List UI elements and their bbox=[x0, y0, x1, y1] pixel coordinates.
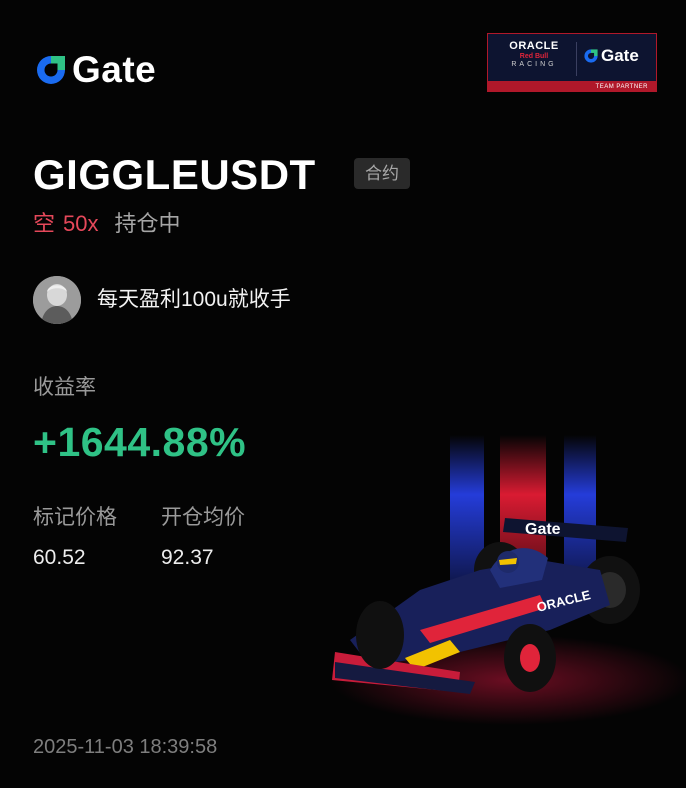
partner-gate-text: Gate bbox=[601, 46, 639, 65]
f1-car-illustration: Gate ORACLE bbox=[330, 435, 686, 725]
partner-divider bbox=[576, 42, 577, 76]
open-price-label: 开仓均价 bbox=[161, 506, 245, 529]
contract-symbol: GIGGLEUSDT bbox=[33, 151, 316, 198]
roi-label: 收益率 bbox=[33, 376, 96, 399]
partner-redbull-text: Red Bull bbox=[519, 53, 549, 60]
gate-logo-text: Gate bbox=[72, 49, 157, 90]
contract-type-tag: 合约 bbox=[354, 158, 410, 189]
username: 每天盈利100u就收手 bbox=[97, 288, 291, 311]
position-status: 持仓中 bbox=[114, 211, 181, 236]
roi-value: +1644.88% bbox=[33, 419, 247, 465]
mark-price-value: 60.52 bbox=[33, 546, 86, 569]
position-info-row: 空 50x 持仓中 bbox=[33, 210, 181, 238]
svg-text:Gate: Gate bbox=[525, 521, 561, 538]
position-leverage: 50x bbox=[63, 211, 99, 236]
partner-racing-text: RACING bbox=[511, 61, 557, 68]
timestamp: 2025-11-03 18:39:58 bbox=[33, 736, 218, 758]
partner-oracle-text: ORACLE bbox=[509, 40, 559, 52]
position-side: 空 bbox=[33, 211, 56, 236]
partner-strip: TEAM PARTNER bbox=[488, 81, 656, 91]
partner-gate-icon bbox=[584, 49, 598, 63]
open-price-value: 92.37 bbox=[161, 546, 214, 569]
gate-logo: Gate bbox=[34, 49, 156, 91]
gate-logo-icon bbox=[37, 56, 65, 84]
partner-strip-text: TEAM PARTNER bbox=[595, 84, 648, 90]
partner-gate-logo: Gate bbox=[583, 46, 639, 66]
avatar bbox=[33, 276, 81, 324]
avatar-image bbox=[33, 276, 81, 324]
mark-price-label: 标记价格 bbox=[33, 506, 117, 529]
partner-badge: ORACLE Red Bull RACING Gate TEAM PARTNER bbox=[487, 33, 657, 92]
partner-oracle-redbull: ORACLE Red Bull RACING bbox=[496, 40, 572, 68]
